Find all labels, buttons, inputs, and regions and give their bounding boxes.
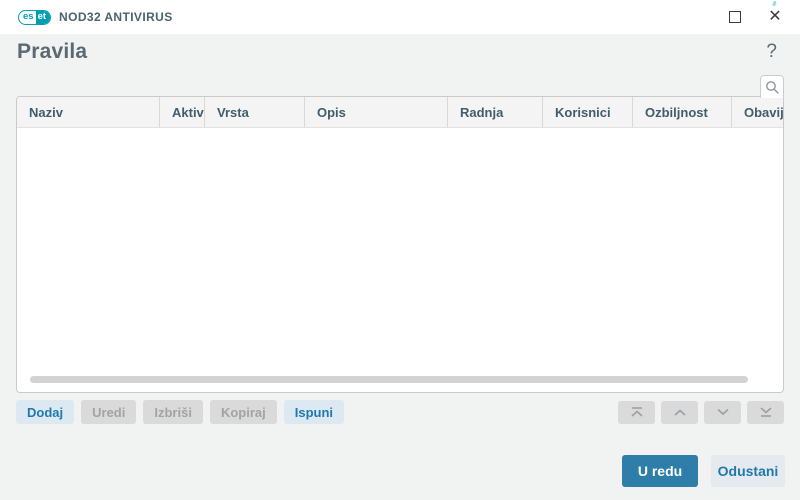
search-button[interactable] [760, 75, 784, 98]
edit-button[interactable]: Uredi [81, 400, 137, 424]
move-to-top-button[interactable] [618, 400, 655, 424]
column-header-label: Obavije. [744, 104, 783, 120]
page-title: Pravila [17, 40, 88, 63]
maximize-button[interactable] [724, 6, 746, 28]
horizontal-scrollbar[interactable] [30, 376, 748, 383]
add-button[interactable]: Dodaj [16, 400, 75, 424]
column-header-radnja[interactable]: Radnja [448, 97, 543, 127]
move-to-bottom-button[interactable] [747, 400, 784, 424]
eset-logo-text-1: es [23, 11, 34, 22]
move-to-top-icon [630, 407, 643, 417]
eset-logo-icon: es et [18, 9, 52, 25]
titlebar: es et NOD32 ANTIVIRUS ✕ [0, 0, 800, 34]
column-header-label: Aktivi... [172, 104, 204, 120]
move-button-group [618, 400, 784, 424]
column-header-ozbiljnost[interactable]: Ozbiljnost [633, 97, 732, 127]
brand: es et NOD32 ANTIVIRUS [18, 0, 777, 25]
column-header-opis[interactable]: Opis [305, 97, 448, 127]
move-up-icon [673, 409, 686, 416]
column-header-label: Opis [317, 104, 346, 120]
move-down-button[interactable] [704, 400, 741, 424]
column-header-obavijesti[interactable]: Obavije. [732, 97, 783, 127]
column-header-label: Ozbiljnost [645, 104, 708, 120]
column-header-label: Vrsta [217, 104, 249, 120]
move-up-button[interactable] [661, 400, 698, 424]
table-body-empty [17, 128, 783, 391]
move-down-icon [716, 408, 729, 416]
delete-button[interactable]: Izbriši [143, 400, 203, 424]
column-header-vrsta[interactable]: Vrsta [205, 97, 305, 127]
edit-button-group: Dodaj Uredi Izbriši Kopiraj Ispuni [16, 400, 345, 424]
close-button[interactable]: ✕ [764, 6, 786, 28]
copy-button[interactable]: Kopiraj [209, 400, 277, 424]
eset-logo-text-2: et [35, 10, 51, 24]
ok-button[interactable]: U redu [622, 455, 698, 487]
table-header-row: Naziv Aktivi... Vrsta Opis Radnja Korisn… [17, 97, 783, 128]
cancel-button[interactable]: Odustani [711, 455, 785, 487]
column-header-label: Naziv [29, 104, 63, 120]
column-header-label: Korisnici [555, 104, 611, 120]
search-icon [765, 80, 779, 94]
window-controls: ✕ [724, 6, 786, 28]
close-icon: ✕ [768, 8, 782, 25]
app-window: es et NOD32 ANTIVIRUS ✕ Pravila ? Naziv … [0, 0, 800, 500]
column-header-korisnici[interactable]: Korisnici [543, 97, 633, 127]
move-to-bottom-icon [759, 407, 772, 417]
toolbar: Dodaj Uredi Izbriši Kopiraj Ispuni [16, 400, 784, 424]
column-header-naziv[interactable]: Naziv [17, 97, 160, 127]
rules-table: Naziv Aktivi... Vrsta Opis Radnja Korisn… [16, 96, 784, 393]
help-icon[interactable]: ? [766, 41, 777, 63]
fill-button[interactable]: Ispuni [283, 400, 345, 424]
column-header-label: Radnja [460, 104, 504, 120]
product-name: NOD32 ANTIVIRUS [59, 10, 173, 24]
maximize-icon [729, 11, 741, 23]
column-header-aktivi[interactable]: Aktivi... [160, 97, 205, 127]
